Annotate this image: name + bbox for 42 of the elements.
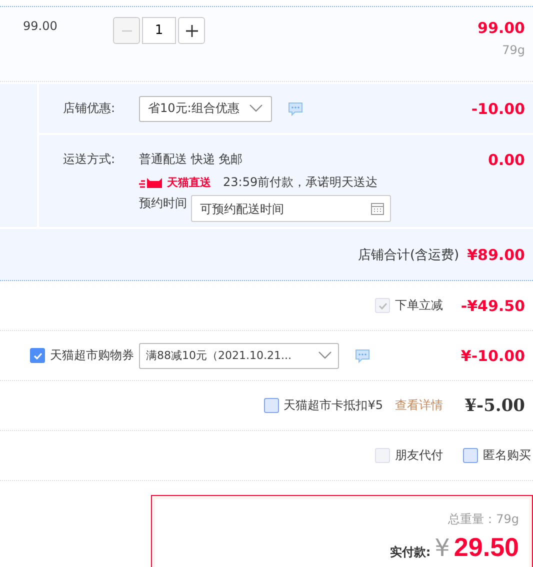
comment-icon[interactable]: [288, 102, 304, 116]
checkbox[interactable]: [30, 348, 45, 363]
check-icon: [378, 300, 388, 310]
card-label: 天猫超市卡抵扣¥5: [284, 397, 383, 414]
discount-select[interactable]: 省10元:组合优惠: [139, 96, 272, 122]
item-weight: 79g: [502, 43, 525, 57]
checkbox[interactable]: [463, 448, 478, 463]
caret-icon: [249, 104, 264, 113]
shipping-label: 运送方式:: [63, 151, 116, 168]
quantity-field[interactable]: 1: [142, 17, 176, 44]
caret-icon: [318, 351, 332, 360]
coupon-label: 天猫超市购物券: [50, 347, 134, 364]
subtotal-price: 99.00: [478, 19, 525, 37]
shipping-method: 普通配送 快递 免邮: [139, 151, 244, 168]
check-icon: [32, 350, 42, 360]
shipping-amount: 0.00: [488, 151, 525, 169]
plus-button[interactable]: [178, 17, 205, 44]
total-amount: 29.50: [454, 532, 519, 563]
checkbox[interactable]: [264, 398, 279, 413]
instant-discount-label: 下单立减: [395, 297, 443, 314]
delivery-label: 天猫直送: [167, 175, 211, 190]
shop-discount-amount: -10.00: [471, 100, 525, 118]
coupon-select[interactable]: 满88减10元（2021.10.21...: [139, 342, 339, 368]
shop-discount-label: 店铺优惠:: [63, 100, 116, 117]
plus-icon: [184, 24, 198, 38]
card-amount: ¥-5.00: [464, 396, 525, 416]
pay-label: 实付款:: [390, 544, 431, 561]
date-field[interactable]: 可预约配送时间: [191, 195, 391, 222]
cat-icon: [139, 176, 165, 188]
total-weight: 总重量：79g: [448, 511, 519, 528]
option-label: 匿名购买: [483, 447, 531, 464]
currency-sign: ¥: [434, 534, 450, 562]
unit-price: 99.00: [23, 18, 58, 33]
option-label: 朋友代付: [395, 447, 443, 464]
comment-icon[interactable]: [355, 348, 370, 362]
instant-discount-amount: -¥49.50: [460, 296, 525, 314]
delivery-promise: 23:59前付款，承诺明天送达: [223, 174, 378, 191]
shop-total-label: 店铺合计(含运费): [358, 246, 460, 264]
schedule-label: 预约时间: [139, 195, 187, 212]
calendar-icon: [371, 202, 384, 215]
coupon-amount: ¥-10.00: [460, 346, 525, 364]
shop-total-amount: ¥89.00: [467, 246, 525, 264]
